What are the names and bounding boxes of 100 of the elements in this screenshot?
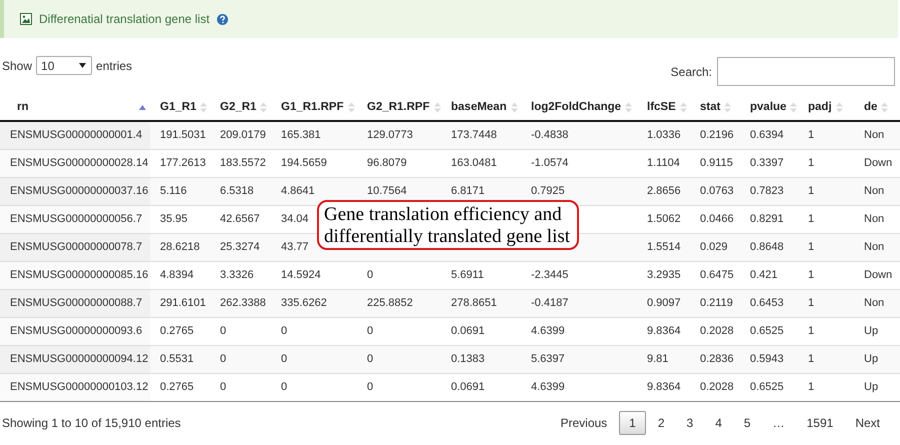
- table-cell: ENSMUSG00000000001.4: [0, 121, 150, 149]
- table-cell: 0: [210, 317, 271, 345]
- table-cell: 0: [357, 317, 441, 345]
- table-cell: 278.8651: [441, 289, 521, 317]
- search-label: Search:: [670, 64, 712, 78]
- table-cell: 0.6394: [740, 121, 798, 149]
- table-cell: Non: [854, 177, 900, 205]
- table-cell: 0.0691: [441, 373, 521, 401]
- table-cell: 1: [798, 261, 854, 289]
- table-cell: 1.0336: [637, 121, 690, 149]
- entries-info: Showing 1 to 10 of 15,910 entries: [2, 416, 181, 430]
- table-cell: 1: [798, 317, 854, 345]
- table-cell: 335.6262: [271, 289, 357, 317]
- table-cell: 0.5943: [740, 345, 798, 373]
- table-cell: 0.7925: [521, 177, 637, 205]
- table-cell: 5.6911: [441, 261, 521, 289]
- table-cell: -1.0574: [521, 149, 637, 177]
- table-cell: 1: [798, 289, 854, 317]
- table-cell: 0.0691: [441, 317, 521, 345]
- table-cell: 0: [210, 373, 271, 401]
- table-cell: 0.8648: [740, 233, 798, 261]
- table-cell: 4.6399: [521, 373, 637, 401]
- table-cell: 0.7823: [740, 177, 798, 205]
- table-cell: 14.5924: [271, 261, 357, 289]
- table-cell: 0.1383: [441, 345, 521, 373]
- table-cell: 0.3397: [740, 149, 798, 177]
- help-icon: [216, 14, 228, 24]
- table-cell: 1.1104: [637, 149, 690, 177]
- table-cell: 3.2935: [637, 261, 690, 289]
- table-cell: ENSMUSG00000000094.12: [0, 345, 150, 373]
- page-button[interactable]: Next: [845, 410, 890, 434]
- table-cell: 0.2765: [150, 317, 210, 345]
- table-cell: 0.6525: [740, 373, 798, 401]
- table-cell: 9.8364: [637, 373, 690, 401]
- page-button[interactable]: 4: [705, 410, 732, 434]
- table-cell: ENSMUSG00000000078.7: [0, 233, 150, 261]
- page-button[interactable]: 1591: [796, 410, 844, 434]
- table-cell: 5.6397: [521, 345, 637, 373]
- page-button[interactable]: 2: [648, 410, 675, 434]
- search-field[interactable]: [717, 57, 895, 86]
- page-button[interactable]: 1: [619, 410, 646, 434]
- table-cell: ENSMUSG00000000088.7: [0, 289, 150, 317]
- table-cell: 6.5318: [210, 177, 271, 205]
- table-cell: 35.95: [150, 205, 210, 233]
- table-cell: 262.3388: [210, 289, 271, 317]
- table-cell: 1: [798, 345, 854, 373]
- table-cell: 0.6453: [740, 289, 798, 317]
- table-cell: ENSMUSG00000000028.14: [0, 149, 150, 177]
- page-button[interactable]: 3: [676, 410, 704, 434]
- table-cell: Non: [854, 205, 900, 233]
- table-cell: ENSMUSG00000000056.7: [0, 205, 150, 233]
- table-cell: ENSMUSG00000000037.16: [0, 177, 150, 205]
- table-cell: 0.2119: [690, 289, 740, 317]
- table-cell: Down: [854, 149, 900, 177]
- table-cell: 173.7448: [441, 121, 521, 149]
- table-cell: 2.8656: [637, 177, 690, 205]
- page-button[interactable]: Previous: [550, 410, 618, 434]
- table-cell: 28.6218: [150, 233, 210, 261]
- table-cell: 0.0466: [690, 205, 740, 233]
- table-cell: 3.3326: [210, 261, 271, 289]
- table-cell: 165.381: [271, 121, 357, 149]
- table-cell: Non: [854, 121, 900, 149]
- table-cell: ENSMUSG00000000093.6: [0, 317, 150, 345]
- table-cell: Non: [854, 233, 900, 261]
- table-cell: 96.8079: [357, 149, 441, 177]
- table-cell: 0.6525: [740, 317, 798, 345]
- table-cell: 129.0773: [357, 121, 441, 149]
- table-cell: 0.6475: [690, 261, 740, 289]
- table-cell: Down: [854, 261, 900, 289]
- table-cell: 0: [357, 261, 441, 289]
- table-cell: 209.0179: [210, 121, 271, 149]
- entries-select[interactable]: 10: [36, 56, 92, 75]
- table-cell: 42.6567: [210, 205, 271, 233]
- caret-icon: [79, 63, 86, 68]
- table-cell: 0.9115: [690, 149, 740, 177]
- page-button[interactable]: …: [762, 410, 795, 434]
- page-button[interactable]: 5: [734, 410, 761, 434]
- table-cell: 0.421: [740, 261, 798, 289]
- table-cell: Up: [854, 373, 900, 401]
- table-cell: 183.5572: [210, 149, 271, 177]
- show-label: Show: [2, 58, 32, 72]
- table-cell: 0.2765: [150, 373, 210, 401]
- table-cell: 4.8641: [271, 177, 357, 205]
- table-cell: 0.9097: [637, 289, 690, 317]
- callout-annotation: Gene translation efficiency and differentially translated gene list: [317, 200, 579, 250]
- table-cell: 1: [798, 149, 854, 177]
- table-cell: 1.5514: [637, 233, 690, 261]
- table-cell: 25.3274: [210, 233, 271, 261]
- table-cell: 194.5659: [271, 149, 357, 177]
- table-cell: 0: [357, 345, 441, 373]
- table-cell: 0.8291: [740, 205, 798, 233]
- table-cell: 9.8364: [637, 317, 690, 345]
- table-cell: 0.2836: [690, 345, 740, 373]
- table-cell: Up: [854, 345, 900, 373]
- table-cell: ENSMUSG00000000085.16: [0, 261, 150, 289]
- table-cell: 191.5031: [150, 121, 210, 149]
- panel-title: Differenatial translation gene list: [39, 12, 210, 26]
- table-cell: 1: [798, 121, 854, 149]
- table-cell: 9.81: [637, 345, 690, 373]
- table-cell: 225.8852: [357, 289, 441, 317]
